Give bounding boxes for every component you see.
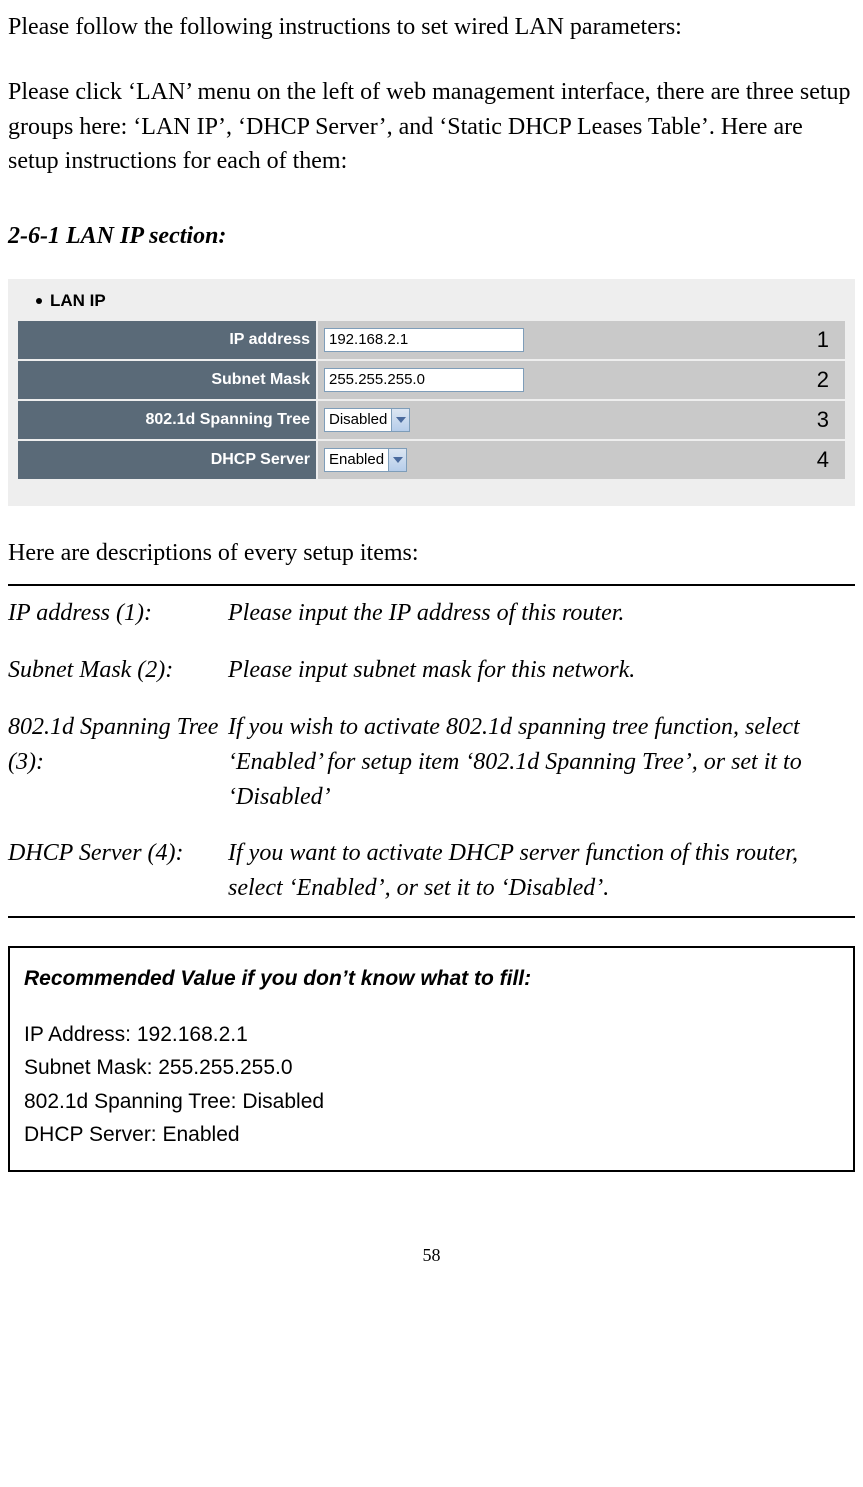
description-term: DHCP Server (4): <box>8 836 228 906</box>
table-row: DHCP Server Enabled 4 <box>17 440 846 480</box>
row-label: DHCP Server <box>17 440 317 480</box>
select-value: Enabled <box>329 449 384 471</box>
section-heading: 2-6-1 LAN IP section: <box>8 219 855 254</box>
table-row: Subnet Mask 2 <box>17 360 846 400</box>
lanip-screenshot: LAN IP IP address 1 Subnet Mask 2 802.1d… <box>8 279 855 506</box>
ip-address-input[interactable] <box>324 328 524 352</box>
description-term: Subnet Mask (2): <box>8 653 228 688</box>
description-row: DHCP Server (4): If you want to activate… <box>8 836 855 906</box>
recommended-line: IP Address: 192.168.2.1 <box>24 1018 839 1052</box>
row-label: 802.1d Spanning Tree <box>17 400 317 440</box>
row-value-cell: 1 <box>317 320 846 360</box>
intro-line-2: Please click ‘LAN’ menu on the left of w… <box>8 75 855 179</box>
row-number: 3 <box>817 404 829 436</box>
table-row: 802.1d Spanning Tree Disabled 3 <box>17 400 846 440</box>
subnet-mask-input[interactable] <box>324 368 524 392</box>
spanning-tree-select[interactable]: Disabled <box>324 408 410 432</box>
lanip-title: LAN IP <box>50 289 106 314</box>
select-value: Disabled <box>329 409 387 431</box>
row-value-cell: Disabled 3 <box>317 400 846 440</box>
description-text: Please input subnet mask for this networ… <box>228 653 855 688</box>
bullet-icon <box>36 298 42 304</box>
lanip-table: IP address 1 Subnet Mask 2 802.1d Spanni… <box>16 319 847 481</box>
description-text: If you wish to activate 802.1d spanning … <box>228 710 855 814</box>
recommended-box: Recommended Value if you don’t know what… <box>8 946 855 1172</box>
intro-line-1: Please follow the following instructions… <box>8 10 855 45</box>
recommended-line: 802.1d Spanning Tree: Disabled <box>24 1085 839 1119</box>
description-text: If you want to activate DHCP server func… <box>228 836 855 906</box>
descriptions-block: IP address (1): Please input the IP addr… <box>8 584 855 918</box>
recommended-line: Subnet Mask: 255.255.255.0 <box>24 1051 839 1085</box>
chevron-down-icon <box>388 449 406 471</box>
chevron-down-icon <box>391 409 409 431</box>
row-number: 2 <box>817 364 829 396</box>
row-label: IP address <box>17 320 317 360</box>
description-row: Subnet Mask (2): Please input subnet mas… <box>8 653 855 688</box>
row-value-cell: 2 <box>317 360 846 400</box>
recommended-line: DHCP Server: Enabled <box>24 1118 839 1152</box>
row-value-cell: Enabled 4 <box>317 440 846 480</box>
description-text: Please input the IP address of this rout… <box>228 596 855 631</box>
table-row: IP address 1 <box>17 320 846 360</box>
recommended-title: Recommended Value if you don’t know what… <box>24 962 839 996</box>
description-term: 802.1d Spanning Tree (3): <box>8 710 228 814</box>
dhcp-server-select[interactable]: Enabled <box>324 448 407 472</box>
description-row: 802.1d Spanning Tree (3): If you wish to… <box>8 710 855 814</box>
row-label: Subnet Mask <box>17 360 317 400</box>
description-term: IP address (1): <box>8 596 228 631</box>
page-number: 58 <box>8 1242 855 1268</box>
row-number: 1 <box>817 324 829 356</box>
descriptions-intro: Here are descriptions of every setup ite… <box>8 536 855 571</box>
description-row: IP address (1): Please input the IP addr… <box>8 596 855 631</box>
lanip-title-row: LAN IP <box>16 289 847 319</box>
row-number: 4 <box>817 444 829 476</box>
